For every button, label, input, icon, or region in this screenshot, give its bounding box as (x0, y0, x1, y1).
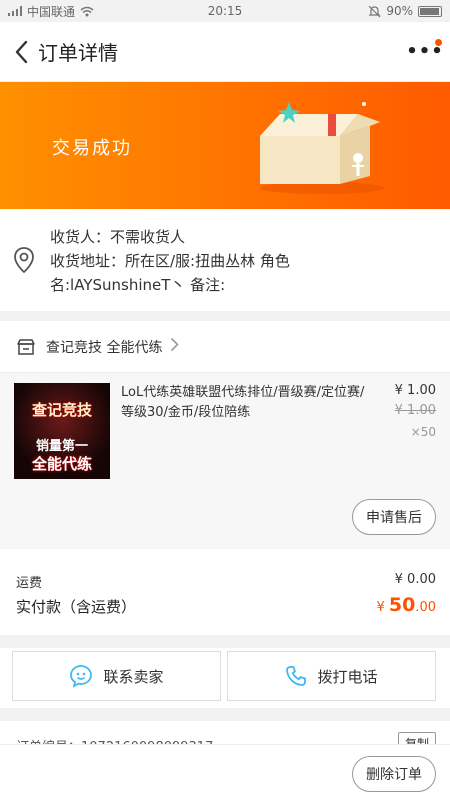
signal-icon (8, 6, 22, 16)
mute-bell-icon (368, 5, 381, 17)
thumb-shop-text: 查记竞技 (31, 401, 92, 419)
order-status-text: 交易成功 (52, 138, 132, 159)
shipping-label: 运费 (16, 576, 43, 591)
battery-icon (418, 5, 442, 17)
contact-actions: 联系卖家 拨打电话 (0, 648, 450, 708)
recipient-line: 收货人：不需收货人 (50, 228, 186, 246)
product-original-price: ¥ 1.00 (394, 403, 436, 418)
paid-integer: 50 (388, 594, 416, 616)
contact-seller-label: 联系卖家 (103, 667, 164, 686)
address-line-2: 名:lAYSunshineT丶 备注: (50, 276, 226, 294)
paid-decimal: .00 (415, 600, 436, 615)
shop-row[interactable]: 查记竞技 全能代练 (0, 321, 450, 373)
notification-dot (435, 38, 442, 46)
carrier-name: 中国联通 (27, 4, 76, 19)
address-section: 收货人：不需收货人 收货地址：所在区/服:扭曲丛林 角色 名:lAYSunshi… (0, 209, 450, 311)
bottom-action-bar: 删除订单 (0, 744, 450, 800)
thumb-sales-text: 销量第一 (35, 439, 88, 454)
battery-percent: 90% (386, 4, 413, 18)
product-quantity: ×50 (410, 425, 436, 439)
apply-after-sale-button[interactable]: 申请售后 (352, 499, 436, 535)
chat-smile-icon (70, 665, 93, 688)
status-bar: 中国联通 20:15 90% (0, 0, 450, 22)
page-title: 订单详情 (38, 41, 118, 65)
shipping-value: ¥ 0.00 (394, 572, 436, 587)
status-right: 90% (368, 4, 442, 18)
nav-bar: 订单详情 ••• (0, 22, 450, 82)
wifi-icon (80, 6, 94, 16)
paid-amount-label: 实付款（含运费） (16, 598, 137, 616)
contact-seller-button[interactable]: 联系卖家 (12, 651, 221, 701)
address-line-1: 收货地址：所在区/服:扭曲丛林 角色 (50, 252, 290, 270)
product-price: ¥ 1.00 (394, 383, 436, 398)
product-item[interactable]: 查记竞技 销量第一 全能代练 LoL代练英雄联盟代练排位/晋级赛/定位赛/等级3… (0, 373, 450, 549)
store-icon (16, 338, 36, 355)
location-pin-icon (14, 247, 34, 273)
more-menu-icon[interactable]: ••• (406, 37, 443, 67)
shop-name: 查记竞技 全能代练 (46, 339, 163, 356)
delete-order-button[interactable]: 删除订单 (352, 756, 436, 792)
product-thumbnail: 查记竞技 销量第一 全能代练 (14, 383, 110, 479)
paid-currency: ¥ (376, 600, 385, 615)
thumb-service-text: 全能代练 (31, 455, 92, 473)
phone-icon (286, 666, 307, 686)
status-banner: 交易成功 (0, 82, 450, 209)
package-box-illustration (260, 102, 384, 194)
totals-section: 运费 ¥ 0.00 实付款（含运费） ¥ 50.00 (0, 549, 450, 635)
call-phone-label: 拨打电话 (317, 667, 378, 686)
chevron-right-icon (170, 336, 180, 357)
paid-amount-value: ¥ 50.00 (376, 594, 436, 616)
call-phone-button[interactable]: 拨打电话 (227, 651, 436, 701)
product-title: LoL代练英雄联盟代练排位/晋级赛/定位赛/等级30/金币/段位陪练 (121, 385, 365, 420)
back-icon[interactable] (8, 37, 34, 67)
status-left: 中国联通 (8, 3, 94, 20)
